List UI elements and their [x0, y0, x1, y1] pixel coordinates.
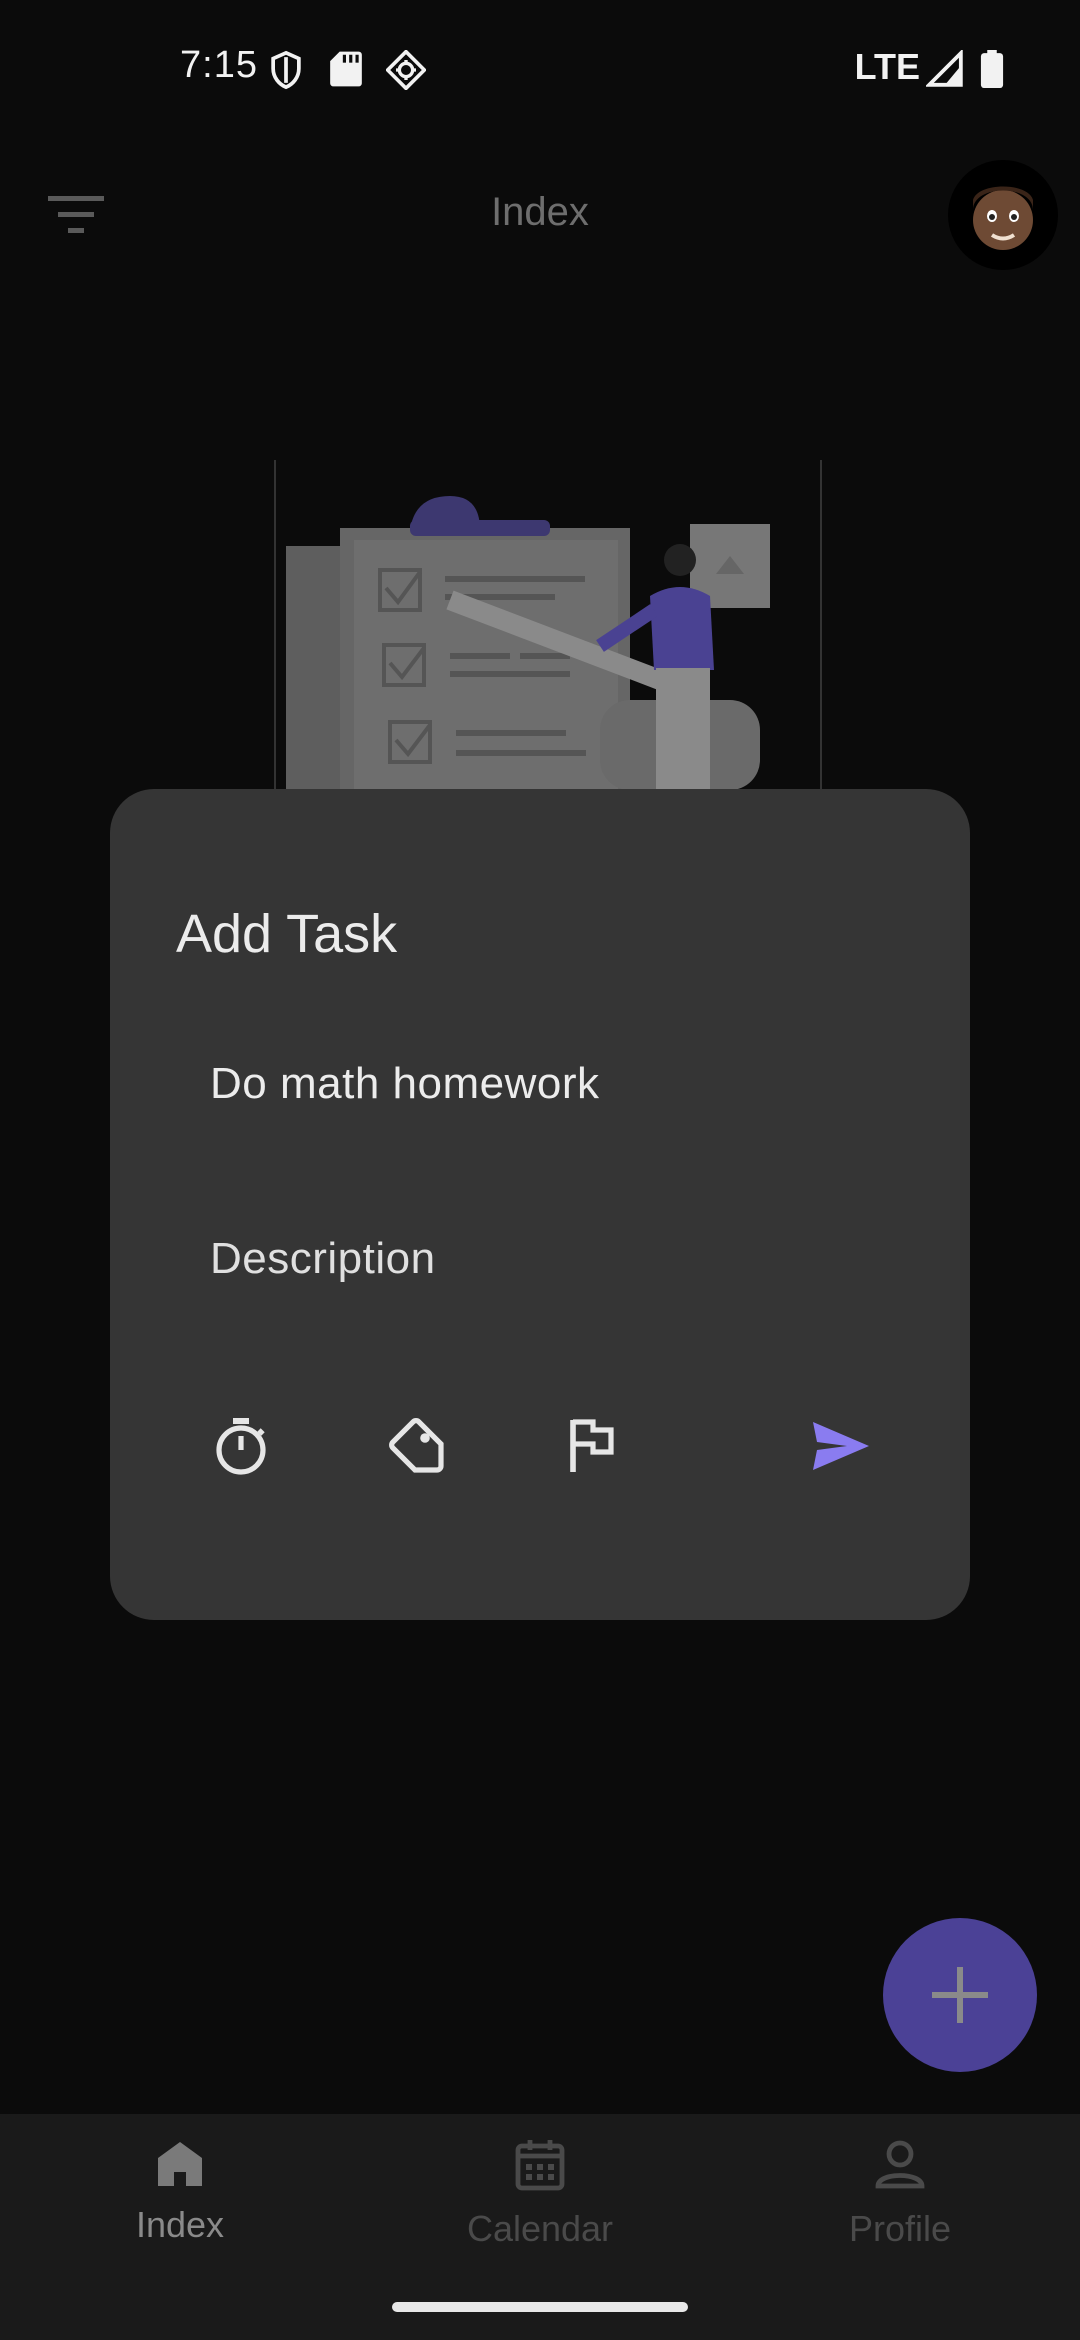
status-time: 7:15 [180, 44, 258, 86]
signal-icon [926, 50, 963, 87]
add-task-fab[interactable] [883, 1918, 1037, 2072]
send-button[interactable] [806, 1411, 876, 1481]
flag-icon [570, 1419, 614, 1472]
task-clipboard-illustration [274, 460, 822, 790]
plus-icon [932, 1967, 988, 2023]
tag-icon [389, 1418, 444, 1473]
nav-label-profile: Profile [848, 2208, 952, 2249]
send-icon [813, 1422, 869, 1470]
avatar[interactable] [948, 160, 1058, 270]
timer-icon [216, 1418, 266, 1475]
task-title-input[interactable]: Do math homework [210, 1059, 599, 1109]
location-diamond-icon [386, 50, 426, 90]
nav-label-index: Index [135, 2204, 225, 2245]
profile-icon [875, 2140, 925, 2189]
priority-button[interactable] [556, 1411, 626, 1481]
avatar-face-icon [973, 186, 1033, 250]
nav-item-profile[interactable]: Profile [720, 2114, 1080, 2314]
nav-item-index[interactable]: Index [0, 2114, 360, 2314]
battery-icon [980, 50, 1004, 88]
page-title: Index [491, 190, 589, 234]
calendar-icon [515, 2140, 565, 2191]
description-input[interactable]: Description [210, 1234, 436, 1284]
network-type: LTE [854, 46, 920, 87]
nav-item-calendar[interactable]: Calendar [360, 2114, 720, 2314]
dialog-title: Add Task [176, 904, 398, 964]
shield-icon [271, 50, 301, 90]
status-bar: 7:15 LTE [0, 0, 1080, 140]
add-task-dialog: Add Task Do math homework Description [110, 789, 970, 1620]
home-icon [158, 2142, 202, 2186]
sd-card-icon [330, 51, 362, 87]
top-app-bar: Index [0, 160, 1080, 270]
home-indicator[interactable] [392, 2302, 688, 2312]
tag-button[interactable] [382, 1411, 452, 1481]
nav-label-calendar: Calendar [466, 2208, 614, 2249]
timer-button[interactable] [206, 1411, 276, 1481]
